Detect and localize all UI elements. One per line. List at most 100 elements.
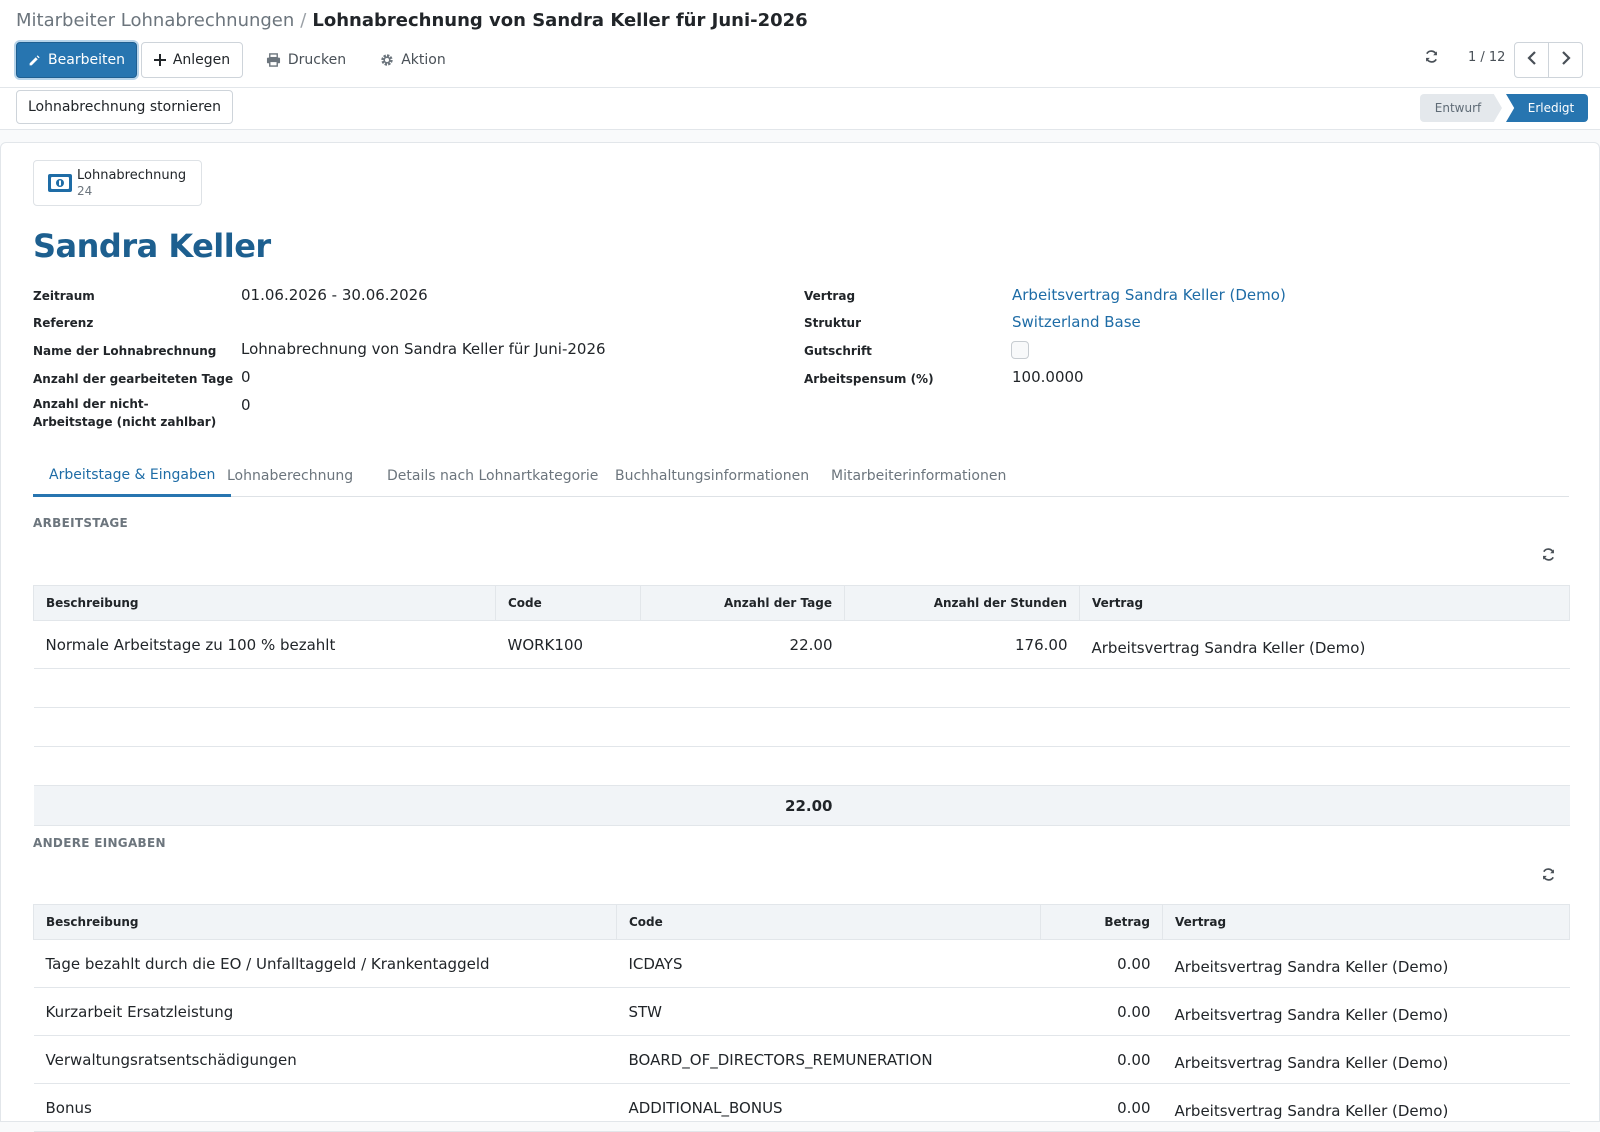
contract-link[interactable]: Arbeitsvertrag Sandra Keller (Demo) [1012,286,1286,304]
smart-button-label: Lohnabrechnung [77,168,187,183]
cancel-payslip-button[interactable]: Lohnabrechnung stornieren [16,90,233,124]
hours-cell[interactable]: 176.00 [844,620,1080,669]
column-header[interactable]: Vertrag [1162,904,1570,940]
breadcrumb-separator: / [300,10,307,31]
payslip-smart-button[interactable]: Lohnabrechnung 24 [33,160,202,206]
table-header-row: Beschreibung Code Betrag Vertrag [33,904,1570,940]
description-cell[interactable]: Tage bezahlt durch die EO / Unfalltaggel… [33,939,617,988]
column-header[interactable]: Code [495,585,641,621]
pager-value[interactable]: 1 / 12 [1468,50,1505,65]
period-value[interactable]: 01.06.2026 - 30.06.2026 [241,286,428,304]
credit-note-label: Gutschrift [804,344,872,358]
code-cell[interactable]: ADDITIONAL_BONUS [616,1083,1041,1132]
contract-cell[interactable]: Arbeitsvertrag Sandra Keller (Demo) [1162,1083,1570,1132]
tab-details-by-category[interactable]: Details nach Lohnartkategorie [371,455,614,497]
credit-note-checkbox[interactable] [1011,341,1029,359]
contract-label: Vertrag [804,289,856,303]
empty-row [33,746,1570,786]
chevron-left-icon [1526,51,1537,69]
column-header[interactable]: Beschreibung [33,904,617,940]
plus-icon [153,54,166,66]
control-panel: Mitarbeiter Lohnabrechnungen / Lohnabrechn… [0,0,1600,88]
payslip-name-value[interactable]: Lohnabrechnung von Sandra Keller für Jun… [241,340,606,358]
description-cell[interactable]: Verwaltungsratsentschädigungen [33,1035,617,1084]
breadcrumb-parent-link[interactable]: Mitarbeiter Lohnabrechnungen [16,10,294,31]
column-header[interactable]: Anzahl der Stunden [844,585,1080,621]
other-inputs-reload-icon[interactable] [1541,867,1556,886]
column-header[interactable]: Vertrag [1079,585,1570,621]
print-button[interactable]: Drucken [258,42,354,78]
printer-icon [266,53,281,67]
worked-days-table: Beschreibung Code Anzahl der Tage Anzahl… [33,585,1570,826]
structure-link[interactable]: Switzerland Base [1012,313,1141,331]
tab-worked-days-inputs[interactable]: Arbeitstage & Eingaben [33,455,232,497]
worked-days-reload-icon[interactable] [1541,547,1556,566]
breadcrumb-current: Lohnabrechnung von Sandra Keller für Jun… [312,10,808,31]
smart-button-count: 24 [77,184,93,198]
table-row[interactable]: Normale Arbeitstage zu 100 % bezahlt WOR… [33,620,1570,669]
reference-label: Referenz [33,316,94,330]
code-cell[interactable]: ICDAYS [616,939,1041,988]
amount-cell[interactable]: 0.00 [1040,1035,1163,1084]
non-working-days-value[interactable]: 0 [241,396,251,414]
worked-days-section-title: ARBEITSTAGE [33,516,129,530]
create-button[interactable]: Anlegen [141,42,243,78]
pager-next-button[interactable] [1548,42,1583,78]
breadcrumb: Mitarbeiter Lohnabrechnungen / Lohnabrechn… [16,10,808,31]
amount-cell[interactable]: 0.00 [1040,987,1163,1036]
empty-row [33,707,1570,747]
amount-cell[interactable]: 0.00 [1040,1083,1163,1132]
total-row: 22.00 [33,785,1570,826]
table-row[interactable]: Tage bezahlt durch die EO / Unfalltaggel… [33,939,1570,988]
action-button-label: Aktion [401,52,446,68]
table-row[interactable]: Verwaltungsratsentschädigungen BOARD_OF_… [33,1035,1570,1084]
description-cell[interactable]: Bonus [33,1083,617,1132]
payslip-name-label: Name der Lohnabrechnung [33,344,217,358]
non-working-days-label: Anzahl der nicht-Arbeitstage (nicht zahl… [33,397,217,429]
code-cell[interactable]: BOARD_OF_DIRECTORS_REMUNERATION [616,1035,1041,1084]
table-row[interactable]: Bonus ADDITIONAL_BONUS 0.00 Arbeitsvertr… [33,1083,1570,1132]
other-inputs-section-title: ANDERE EINGABEN [33,836,166,850]
tab-salary-computation[interactable]: Lohnaberechnung [211,455,369,497]
gear-icon [380,53,394,67]
worked-days-count-label: Anzahl der gearbeiteten Tage [33,372,234,386]
table-header-row: Beschreibung Code Anzahl der Tage Anzahl… [33,585,1570,621]
days-cell[interactable]: 22.00 [640,620,845,669]
reload-icon[interactable] [1424,49,1439,68]
period-label: Zeitraum [33,289,95,303]
contract-cell[interactable]: Arbeitsvertrag Sandra Keller (Demo) [1079,620,1570,669]
column-header[interactable]: Beschreibung [33,585,496,621]
description-cell[interactable]: Kurzarbeit Ersatzleistung [33,987,617,1036]
status-step-done[interactable]: Erledigt [1506,94,1588,122]
status-bar: Lohnabrechnung stornieren Entwurf Erledi… [0,88,1600,130]
structure-label: Struktur [804,316,862,330]
column-header[interactable]: Anzahl der Tage [640,585,845,621]
code-cell[interactable]: WORK100 [495,620,641,669]
pager-previous-button[interactable] [1514,42,1549,78]
table-row[interactable]: Kurzarbeit Ersatzleistung STW 0.00 Arbei… [33,987,1570,1036]
status-step-draft[interactable]: Entwurf [1420,94,1502,122]
code-cell[interactable]: STW [616,987,1041,1036]
description-cell[interactable]: Normale Arbeitstage zu 100 % bezahlt [33,620,496,669]
contract-cell[interactable]: Arbeitsvertrag Sandra Keller (Demo) [1162,939,1570,988]
amount-cell[interactable]: 0.00 [1040,939,1163,988]
employee-name[interactable]: Sandra Keller [33,227,271,265]
workload-value[interactable]: 100.0000 [1012,368,1084,386]
total-days-cell: 22.00 [640,785,845,826]
pencil-icon [28,54,41,67]
column-header[interactable]: Betrag [1040,904,1163,940]
tab-accounting-information[interactable]: Buchhaltungsinformationen [599,455,825,497]
contract-cell[interactable]: Arbeitsvertrag Sandra Keller (Demo) [1162,987,1570,1036]
money-icon [48,174,72,196]
column-header[interactable]: Code [616,904,1041,940]
contract-cell[interactable]: Arbeitsvertrag Sandra Keller (Demo) [1162,1035,1570,1084]
workload-label: Arbeitspensum (%) [804,372,934,386]
form-sheet: Lohnabrechnung 24 Sandra Keller Zeitraum… [0,142,1600,1132]
print-button-label: Drucken [287,52,347,68]
edit-button[interactable]: Bearbeiten [16,42,137,78]
empty-row [33,668,1570,708]
chevron-right-icon [1561,51,1571,69]
tab-employee-information[interactable]: Mitarbeiterinformationen [815,455,1022,497]
action-button[interactable]: Aktion [368,42,458,78]
worked-days-count-value[interactable]: 0 [241,368,251,386]
